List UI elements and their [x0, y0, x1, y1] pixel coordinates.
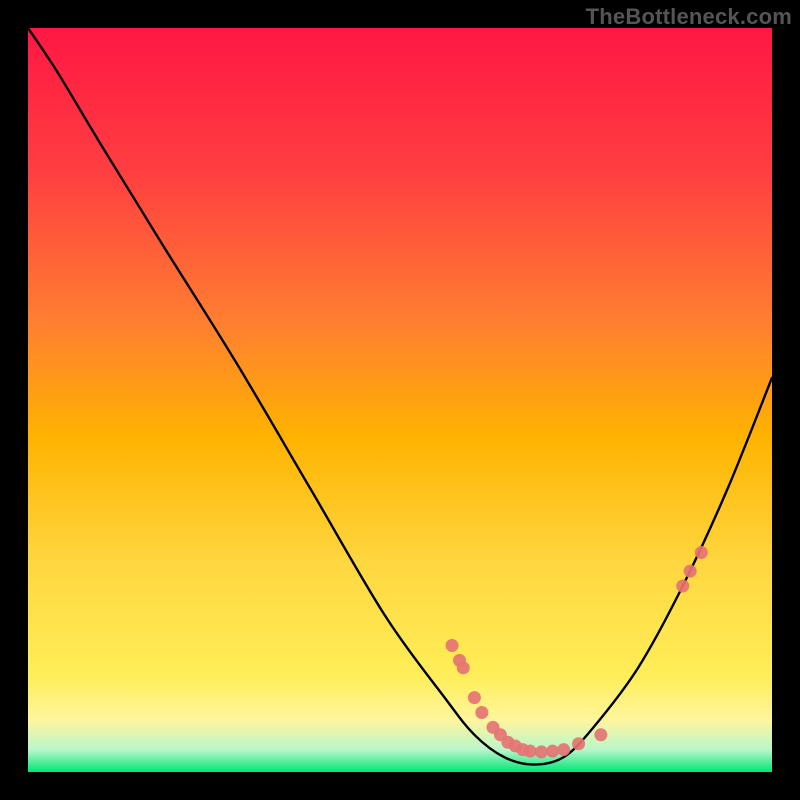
chart-svg	[28, 28, 772, 772]
curve-point-marker	[475, 706, 488, 719]
curve-point-marker	[557, 743, 570, 756]
curve-point-marker	[684, 565, 697, 578]
curve-point-marker	[676, 580, 689, 593]
gradient-background	[28, 28, 772, 772]
curve-point-marker	[457, 661, 470, 674]
curve-point-marker	[594, 728, 607, 741]
curve-point-marker	[446, 639, 459, 652]
curve-point-marker	[535, 745, 548, 758]
curve-point-marker	[546, 745, 559, 758]
curve-point-marker	[695, 546, 708, 559]
curve-point-marker	[572, 737, 585, 750]
watermark-text: TheBottleneck.com	[586, 4, 792, 30]
chart-plot-area	[28, 28, 772, 772]
chart-frame: TheBottleneck.com	[0, 0, 800, 800]
curve-point-marker	[524, 745, 537, 758]
curve-point-marker	[468, 691, 481, 704]
